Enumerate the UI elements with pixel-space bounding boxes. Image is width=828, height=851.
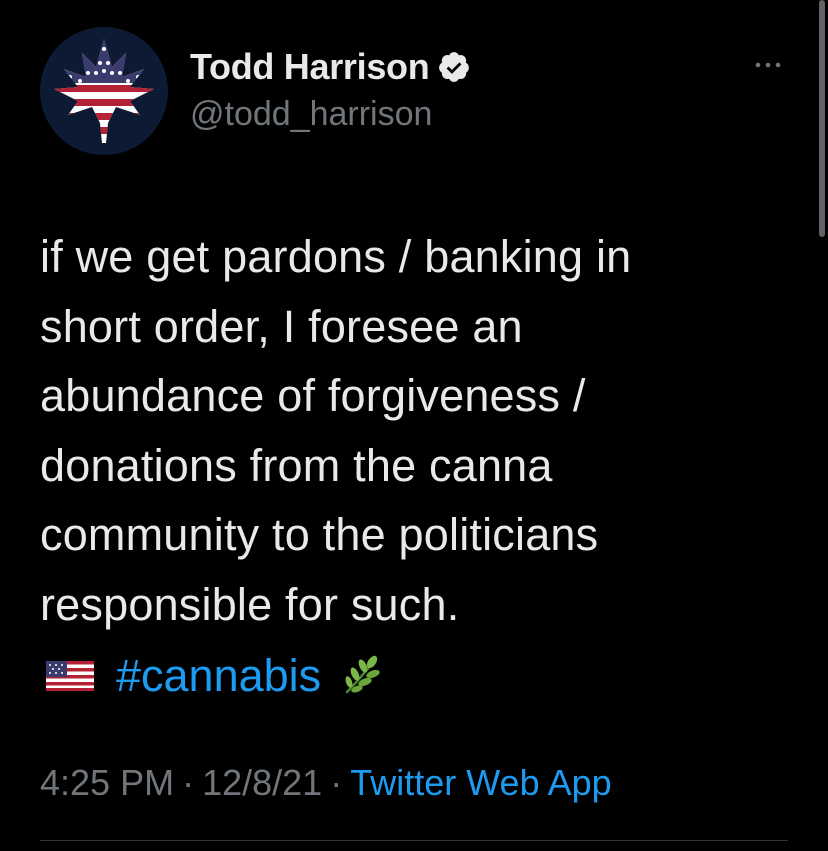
avatar[interactable] <box>40 27 168 155</box>
tweet-date[interactable]: 12/8/21 <box>202 762 322 803</box>
us-flag-icon <box>46 661 94 691</box>
meta-separator: · <box>330 762 343 803</box>
scrollbar[interactable] <box>819 0 825 237</box>
american-flag-cannabis-leaf-icon <box>40 27 168 155</box>
hashtag-link[interactable]: #cannabis <box>116 650 321 702</box>
tweet-text-line: abundance of forgiveness / <box>40 370 586 421</box>
more-options-icon[interactable] <box>748 50 788 80</box>
tweet-time[interactable]: 4:25 PM <box>40 762 174 803</box>
tweet-text: if we get pardons / banking in short ord… <box>40 222 800 639</box>
tweet-text-line: if we get pardons / banking in <box>40 231 632 282</box>
tweet-text-line: donations from the canna <box>40 439 553 491</box>
tweet-text-line: short order, I foresee an <box>40 300 523 352</box>
author-handle[interactable]: @todd_harrison <box>190 95 432 134</box>
divider <box>40 840 788 841</box>
tweet-tags-row: #cannabis <box>46 646 383 706</box>
tweet-detail: Todd Harrison @todd_harrison if we get p… <box>0 0 828 851</box>
herb-leaf-icon <box>339 654 383 698</box>
author-name-row[interactable]: Todd Harrison <box>190 46 471 88</box>
meta-separator: · <box>182 762 195 803</box>
verified-badge-icon <box>437 50 471 84</box>
tweet-source-link[interactable]: Twitter Web App <box>350 762 611 803</box>
author-display-name[interactable]: Todd Harrison <box>190 46 430 88</box>
tweet-text-line: community to the politicians <box>40 509 599 560</box>
tweet-meta: 4:25 PM · 12/8/21 · Twitter Web App <box>40 762 612 804</box>
tweet-text-line: responsible for such. <box>40 578 460 630</box>
